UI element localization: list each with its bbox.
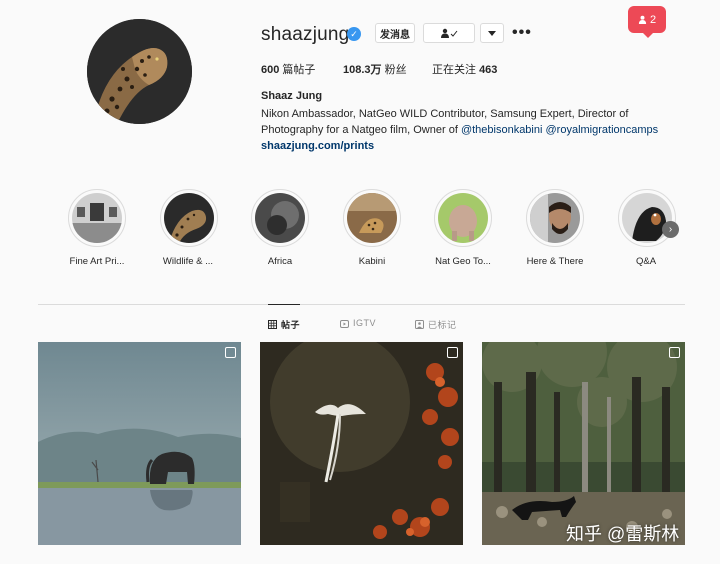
section-divider xyxy=(38,304,685,305)
person-icon xyxy=(638,15,647,24)
profile-bio: Nikon Ambassador, NatGeo WILD Contributo… xyxy=(261,106,671,138)
tab-tagged[interactable]: 已标记 xyxy=(415,318,457,331)
bio-line-2: Photography for a Natgeo film, Owner of … xyxy=(261,122,671,138)
more-options-icon[interactable]: ••• xyxy=(512,24,532,42)
tagged-icon xyxy=(415,320,424,329)
multiple-posts-icon xyxy=(447,347,458,358)
highlight-label: Kabini xyxy=(358,256,386,267)
bio-line-2-text: Photography for a Natgeo film, Owner of xyxy=(261,124,461,136)
highlight-label: Here & There xyxy=(526,256,584,267)
suggestions-dropdown-button[interactable] xyxy=(480,23,504,43)
profile-username: shaazjung xyxy=(261,24,350,45)
profile-website-link[interactable]: shaazjung.com/prints xyxy=(261,140,374,152)
multiple-posts-icon xyxy=(225,347,236,358)
highlight-label: Wildlife & ... xyxy=(162,256,214,267)
elephant-lake-image xyxy=(38,342,241,545)
grid-icon xyxy=(268,320,277,329)
highlight-qa[interactable] xyxy=(618,189,676,247)
highlight-cover xyxy=(530,193,580,243)
highlight-fine-art-prints[interactable] xyxy=(68,189,126,247)
highlight-label: Africa xyxy=(267,256,293,267)
watermark-text: 知乎 @雷斯林 xyxy=(566,524,680,544)
highlight-cover xyxy=(438,193,488,243)
bio-mention-link[interactable]: @thebisonkabini xyxy=(461,124,543,136)
black-panther-forest-image xyxy=(482,342,685,545)
leopard-image xyxy=(87,19,192,124)
tab-tagged-label: 已标记 xyxy=(428,320,457,330)
following-label: 正在关注 xyxy=(432,64,476,76)
notification-badge[interactable]: 2 xyxy=(628,6,666,38)
verified-badge-icon: ✓ xyxy=(347,27,361,41)
tab-igtv-label: IGTV xyxy=(353,318,377,328)
tab-igtv[interactable]: IGTV xyxy=(340,318,376,328)
post-thumbnail[interactable] xyxy=(38,342,241,545)
followers-number: 108.3万 xyxy=(343,64,382,76)
highlight-cover xyxy=(347,193,397,243)
highlight-nat-geo[interactable] xyxy=(434,189,492,247)
highlight-kabini[interactable] xyxy=(343,189,401,247)
active-tab-indicator xyxy=(268,304,300,305)
highlight-here-and-there[interactable] xyxy=(526,189,584,247)
posts-count: 600 篇帖子 xyxy=(261,61,315,77)
posts-label: 篇帖子 xyxy=(282,64,316,76)
tab-posts-label: 帖子 xyxy=(281,320,301,330)
highlight-cover xyxy=(255,193,305,243)
highlight-cover xyxy=(72,193,122,243)
profile-avatar[interactable] xyxy=(87,19,192,124)
highlight-cover xyxy=(164,193,214,243)
bio-line-1: Nikon Ambassador, NatGeo WILD Contributo… xyxy=(261,108,629,120)
tab-posts[interactable]: 帖子 xyxy=(268,318,300,331)
bio-mention-link[interactable]: @royalmigrationcamps xyxy=(546,124,659,136)
post-thumbnail[interactable] xyxy=(482,342,685,545)
igtv-icon xyxy=(340,319,349,328)
posts-number: 600 xyxy=(261,64,280,76)
bird-flight-image xyxy=(260,342,463,545)
highlights-next-arrow-icon[interactable]: › xyxy=(662,221,679,238)
following-count[interactable]: 正在关注 463 xyxy=(432,61,497,77)
message-button[interactable]: 发消息 xyxy=(375,23,415,43)
highlight-africa[interactable] xyxy=(251,189,309,247)
following-button[interactable] xyxy=(423,23,475,43)
chevron-down-icon xyxy=(488,30,496,36)
highlight-wildlife[interactable] xyxy=(160,189,218,247)
person-check-icon xyxy=(441,28,458,38)
notification-count: 2 xyxy=(649,13,657,26)
multiple-posts-icon xyxy=(669,347,680,358)
highlight-label: Nat Geo To... xyxy=(435,256,491,267)
followers-count[interactable]: 108.3万 粉丝 xyxy=(343,61,407,77)
highlight-label: Fine Art Pri... xyxy=(69,256,125,267)
following-number: 463 xyxy=(479,64,498,76)
post-thumbnail[interactable] xyxy=(260,342,463,545)
followers-label: 粉丝 xyxy=(384,64,407,76)
profile-full-name: Shaaz Jung xyxy=(261,90,323,102)
highlight-label: Q&A xyxy=(635,256,657,267)
